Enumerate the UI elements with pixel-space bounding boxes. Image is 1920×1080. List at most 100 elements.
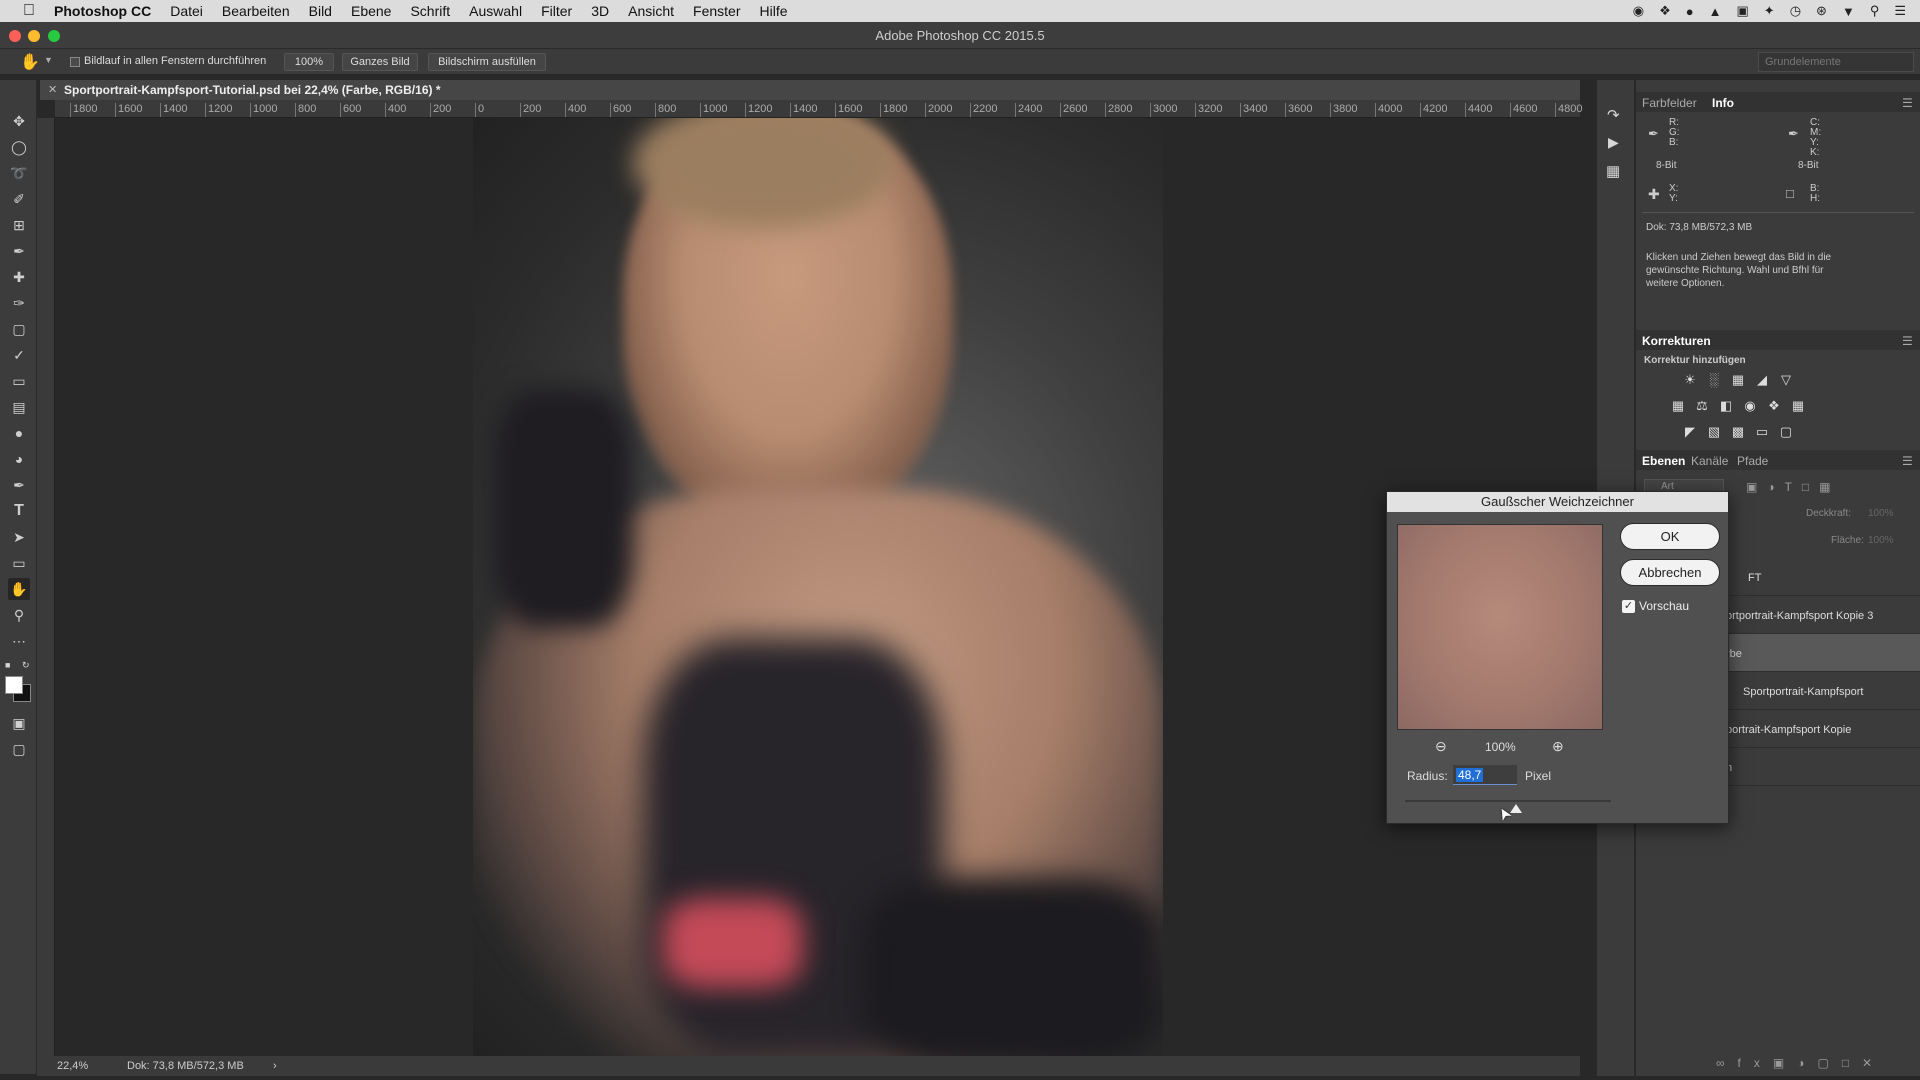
menu-bearbeiten[interactable]: Bearbeiten: [222, 3, 290, 19]
zoom-100-button[interactable]: 100%: [284, 53, 334, 71]
dialog-title[interactable]: Gaußscher Weichzeichner: [1387, 492, 1728, 512]
wifi-icon[interactable]: ▼: [1842, 4, 1855, 19]
cancel-button[interactable]: Abbrechen: [1620, 559, 1720, 586]
menu-fenster[interactable]: Fenster: [693, 3, 740, 19]
status-arrow-icon[interactable]: ›: [273, 1060, 277, 1072]
menu-ansicht[interactable]: Ansicht: [628, 3, 674, 19]
rectangle-tool-icon[interactable]: ▭: [8, 552, 30, 574]
eyedropper-tool-icon[interactable]: ✒: [8, 240, 30, 262]
zoom-out-icon[interactable]: ⊖: [1435, 738, 1447, 755]
invert-icon[interactable]: ◤: [1681, 423, 1699, 441]
filter-preview[interactable]: [1397, 524, 1603, 730]
properties-panel-icon[interactable]: ▦: [1606, 162, 1620, 180]
stamp-tool-icon[interactable]: ▢: [8, 318, 30, 340]
type-tool-icon[interactable]: T: [8, 500, 30, 522]
adjustments-menu-icon[interactable]: ☰: [1902, 334, 1913, 348]
menu-bild[interactable]: Bild: [309, 3, 332, 19]
preview-checkbox[interactable]: ✓: [1622, 600, 1635, 613]
display-icon[interactable]: ▣: [1736, 3, 1748, 19]
curves-icon[interactable]: ▦: [1729, 371, 1747, 389]
radius-slider-track[interactable]: [1405, 800, 1611, 802]
workspace-selector[interactable]: Grundelemente: [1758, 52, 1914, 72]
color-balance-icon[interactable]: ⚖: [1693, 397, 1711, 415]
history-brush-tool-icon[interactable]: ✓: [8, 344, 30, 366]
list-icon[interactable]: ☰: [1894, 3, 1906, 19]
healing-brush-tool-icon[interactable]: ✚: [8, 266, 30, 288]
tab-swatches[interactable]: Farbfelder: [1642, 96, 1697, 110]
document-tab[interactable]: ✕ Sportportrait-Kampfsport-Tutorial.psd …: [40, 80, 1580, 100]
tab-info[interactable]: Info: [1712, 96, 1734, 110]
eraser-tool-icon[interactable]: ▭: [8, 370, 30, 392]
gradient-tool-icon[interactable]: ▤: [8, 396, 30, 418]
menu-auswahl[interactable]: Auswahl: [469, 3, 522, 19]
black-white-icon[interactable]: ◧: [1717, 397, 1735, 415]
panel-menu-icon[interactable]: ☰: [1902, 96, 1913, 110]
spotlight-icon[interactable]: ⚲: [1870, 3, 1880, 19]
exposure-icon[interactable]: ◢: [1753, 371, 1771, 389]
marquee-tool-icon[interactable]: ◯: [8, 136, 30, 158]
history-panel-icon[interactable]: ↷: [1607, 106, 1620, 124]
screen-mode-icon[interactable]: ▢: [8, 738, 30, 760]
fit-screen-button[interactable]: Ganzes Bild: [342, 53, 418, 71]
more-tools-icon[interactable]: ⋯: [8, 630, 30, 652]
record-icon[interactable]: ◉: [1633, 3, 1644, 19]
zoom-in-icon[interactable]: ⊕: [1552, 738, 1564, 755]
default-colors-icon[interactable]: ■: [5, 660, 17, 672]
move-tool-icon[interactable]: ✥: [8, 110, 30, 132]
tab-paths[interactable]: Pfade: [1737, 454, 1768, 468]
layer-filter-icons[interactable]: ▣◑T□▦: [1746, 480, 1841, 494]
channel-mixer-icon[interactable]: ❖: [1765, 397, 1783, 415]
apple-icon[interactable]: : [18, 2, 40, 20]
menu-app[interactable]: Photoshop CC: [54, 3, 151, 19]
layers-menu-icon[interactable]: ☰: [1902, 454, 1913, 468]
dropbox-icon[interactable]: ❖: [1659, 3, 1671, 19]
script-icon[interactable]: ✦: [1764, 3, 1775, 19]
levels-icon[interactable]: ░: [1705, 371, 1723, 389]
dodge-tool-icon[interactable]: ◕: [8, 448, 30, 470]
bluetooth-icon[interactable]: ⊛: [1816, 3, 1827, 19]
actions-panel-icon[interactable]: ▶: [1608, 134, 1619, 151]
quick-mask-icon[interactable]: ▣: [8, 712, 30, 734]
menu-schrift[interactable]: Schrift: [410, 3, 450, 19]
fill-value[interactable]: 100%: [1868, 535, 1894, 546]
layer-actions-icons[interactable]: ∞fx▣◑▢□✕: [1716, 1056, 1885, 1070]
time-machine-icon[interactable]: ◷: [1790, 3, 1801, 19]
ok-button[interactable]: OK: [1620, 523, 1720, 550]
blurred-photo[interactable]: [473, 118, 1163, 1056]
photo-filter-icon[interactable]: ◉: [1741, 397, 1759, 415]
color-lookup-icon[interactable]: ▦: [1789, 397, 1807, 415]
path-select-tool-icon[interactable]: ➤: [8, 526, 30, 548]
swap-colors-icon[interactable]: ↻: [22, 660, 34, 672]
menu-3d[interactable]: 3D: [591, 3, 609, 19]
quick-select-tool-icon[interactable]: ✐: [8, 188, 30, 210]
gradient-map-icon[interactable]: ▭: [1753, 423, 1771, 441]
vibrance-icon[interactable]: ▽: [1777, 371, 1795, 389]
status-zoom[interactable]: 22,4%: [57, 1060, 88, 1072]
menu-hilfe[interactable]: Hilfe: [760, 3, 788, 19]
foreground-color-swatch[interactable]: [5, 676, 23, 694]
hand-tool-preset-icon[interactable]: ✋: [20, 52, 40, 72]
lasso-tool-icon[interactable]: ➰: [8, 162, 30, 184]
fill-screen-button[interactable]: Bildschirm ausfüllen: [428, 53, 546, 71]
menu-filter[interactable]: Filter: [541, 3, 572, 19]
pen-tool-icon[interactable]: ✒: [8, 474, 30, 496]
tab-channels[interactable]: Kanäle: [1691, 454, 1728, 468]
threshold-icon[interactable]: ▩: [1729, 423, 1747, 441]
tab-layers[interactable]: Ebenen: [1642, 454, 1685, 468]
eye-icon[interactable]: ●: [1686, 4, 1694, 19]
crop-tool-icon[interactable]: ⊞: [8, 214, 30, 236]
opacity-value[interactable]: 100%: [1868, 508, 1894, 519]
hand-tool-icon[interactable]: ✋: [8, 578, 30, 600]
zoom-tool-icon[interactable]: ⚲: [8, 604, 30, 626]
radius-input[interactable]: 48,7: [1453, 765, 1517, 785]
menu-ebene[interactable]: Ebene: [351, 3, 391, 19]
hue-saturation-icon[interactable]: ▦: [1669, 397, 1687, 415]
chevron-down-icon[interactable]: ▼: [44, 55, 53, 65]
scroll-all-windows-checkbox[interactable]: [70, 57, 80, 67]
brush-tool-icon[interactable]: ✑: [8, 292, 30, 314]
blur-tool-icon[interactable]: ●: [8, 422, 30, 444]
selective-color-icon[interactable]: ▢: [1777, 423, 1795, 441]
posterize-icon[interactable]: ▧: [1705, 423, 1723, 441]
drive-icon[interactable]: ▲: [1709, 4, 1722, 19]
menu-datei[interactable]: Datei: [170, 3, 203, 19]
